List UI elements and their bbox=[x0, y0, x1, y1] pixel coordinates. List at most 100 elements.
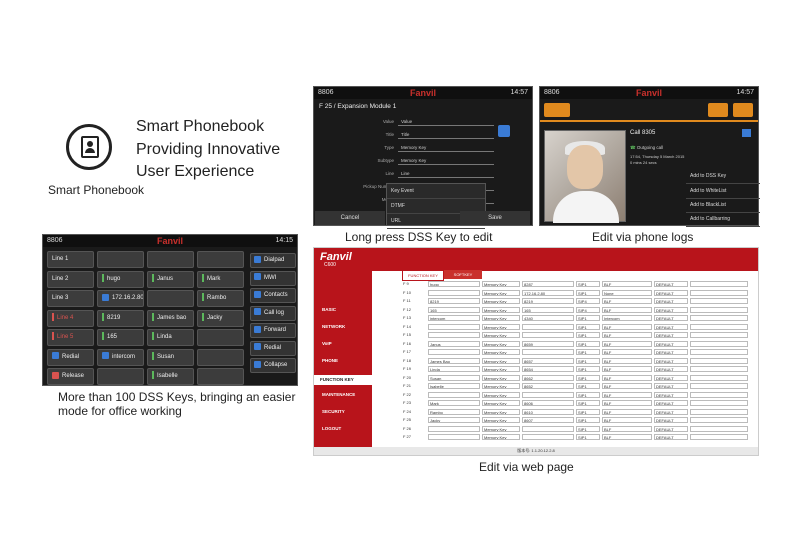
cell-sub[interactable]: BLF bbox=[602, 374, 652, 381]
side-button-dialpad[interactable]: Dialpad bbox=[250, 253, 296, 268]
side-button-redial[interactable]: Redial bbox=[250, 340, 296, 356]
cell-line[interactable]: SIP1 bbox=[576, 408, 600, 415]
cell-type[interactable]: Memory Key bbox=[482, 298, 520, 304]
cell-name[interactable] bbox=[428, 349, 480, 355]
cell-mode[interactable]: DEFAULT bbox=[654, 357, 688, 364]
dss-key[interactable]: Line 4 bbox=[47, 309, 94, 327]
cell-sub[interactable]: BLF bbox=[602, 417, 652, 423]
cell-line[interactable]: SIP1 bbox=[576, 323, 600, 330]
cell-num[interactable] bbox=[522, 434, 574, 440]
cell-extra[interactable] bbox=[690, 408, 748, 415]
cell-type[interactable]: Memory Key bbox=[482, 306, 520, 313]
cell-sub[interactable]: BLF bbox=[602, 408, 652, 415]
dss-key[interactable]: Mark bbox=[197, 270, 244, 288]
cell-mode[interactable]: DEFAULT bbox=[654, 332, 688, 338]
nav-item-security[interactable]: SECURITY bbox=[322, 409, 345, 414]
cell-type[interactable]: Memory Key bbox=[482, 323, 520, 330]
cell-sub[interactable]: BLF bbox=[602, 434, 652, 440]
cell-num[interactable]: 8219 bbox=[522, 298, 574, 304]
cell-line[interactable]: SIP4 bbox=[576, 306, 600, 313]
cell-line[interactable]: SIP1 bbox=[576, 434, 600, 440]
cell-type[interactable]: Memory Key bbox=[482, 400, 520, 406]
cell-sub[interactable]: BLF bbox=[602, 306, 652, 313]
add-to-dss-key-item[interactable]: Add to DSS Key bbox=[686, 169, 760, 184]
cell-mode[interactable]: DEFAULT bbox=[654, 281, 688, 287]
cell-extra[interactable] bbox=[690, 366, 748, 372]
cell-mode[interactable]: DEFAULT bbox=[654, 340, 688, 347]
cell-num[interactable]: 8287 bbox=[522, 281, 574, 287]
nav-item-logout[interactable]: LOGOUT bbox=[322, 426, 341, 431]
field-input[interactable]: Value bbox=[398, 117, 494, 126]
cell-name[interactable]: 8219 bbox=[428, 298, 480, 304]
cell-sub[interactable]: BLF bbox=[602, 391, 652, 398]
contacts-icon[interactable] bbox=[742, 129, 751, 137]
cell-mode[interactable]: DEFAULT bbox=[654, 434, 688, 440]
cell-type[interactable]: Memory Key bbox=[482, 408, 520, 415]
contacts-icon[interactable] bbox=[498, 125, 510, 137]
cell-sub[interactable]: BLF bbox=[602, 281, 652, 287]
dss-key[interactable]: Isabelle bbox=[147, 368, 194, 385]
cell-extra[interactable] bbox=[690, 281, 748, 287]
nav-item-network[interactable]: NETWORK bbox=[322, 324, 345, 329]
cell-mode[interactable]: DEFAULT bbox=[654, 383, 688, 389]
dss-key[interactable] bbox=[147, 251, 194, 268]
cell-name[interactable] bbox=[428, 289, 480, 296]
cell-type[interactable]: Memory Key bbox=[482, 289, 520, 296]
cell-extra[interactable] bbox=[690, 315, 748, 321]
cell-mode[interactable]: DEFAULT bbox=[654, 298, 688, 304]
cell-sub[interactable]: BLF bbox=[602, 323, 652, 330]
cell-num[interactable]: 8662 bbox=[522, 374, 574, 381]
cell-num[interactable]: 165 bbox=[522, 306, 574, 313]
cell-num[interactable] bbox=[522, 425, 574, 432]
field-input[interactable]: Line bbox=[398, 169, 494, 178]
dss-key[interactable]: Rambo bbox=[197, 290, 244, 307]
cell-mode[interactable]: DEFAULT bbox=[654, 408, 688, 415]
dss-key[interactable]: 172.16.2.80 bbox=[97, 290, 144, 307]
dss-key[interactable]: 8219 bbox=[97, 309, 144, 327]
cell-num[interactable] bbox=[522, 391, 574, 398]
cell-sub[interactable]: BLF bbox=[602, 332, 652, 338]
cell-sub[interactable]: BLF bbox=[602, 298, 652, 304]
cell-extra[interactable] bbox=[690, 391, 748, 398]
cell-name[interactable] bbox=[428, 323, 480, 330]
cell-type[interactable]: Memory Key bbox=[482, 315, 520, 321]
back-button[interactable] bbox=[544, 103, 570, 117]
cell-mode[interactable]: DEFAULT bbox=[654, 400, 688, 406]
dss-key[interactable]: Janus bbox=[147, 270, 194, 288]
cell-extra[interactable] bbox=[690, 357, 748, 364]
dss-key[interactable]: Line 1 bbox=[47, 251, 94, 268]
cell-sub[interactable]: Intercom bbox=[602, 315, 652, 321]
cell-sub[interactable]: BLF bbox=[602, 357, 652, 364]
dss-key[interactable]: Line 3 bbox=[47, 290, 94, 307]
cell-num[interactable]: 8606 bbox=[522, 400, 574, 406]
cell-extra[interactable] bbox=[690, 400, 748, 406]
add-to-callbarring-item[interactable]: Add to Callbarring bbox=[686, 212, 760, 227]
side-button-collapse[interactable]: Collapse bbox=[250, 358, 296, 373]
cell-line[interactable]: SIP1 bbox=[576, 391, 600, 398]
cell-num[interactable]: 8657 bbox=[522, 357, 574, 364]
add-to-blacklist-item[interactable]: Add to BlackList bbox=[686, 198, 760, 213]
cell-type[interactable]: Memory Key bbox=[482, 366, 520, 372]
cell-num[interactable] bbox=[522, 332, 574, 338]
dss-key[interactable]: Redial bbox=[47, 348, 94, 366]
cell-name[interactable]: Isabelle bbox=[428, 383, 480, 389]
cell-name[interactable]: Rambo bbox=[428, 408, 480, 415]
cell-extra[interactable] bbox=[690, 349, 748, 355]
cell-type[interactable]: Memory Key bbox=[482, 417, 520, 423]
field-input[interactable]: Title bbox=[398, 130, 494, 139]
cell-name[interactable]: intercom bbox=[428, 315, 480, 321]
side-button-mwi[interactable]: MWI bbox=[250, 270, 296, 286]
cell-line[interactable]: SIP1 bbox=[576, 340, 600, 347]
add-to-whitelist-item[interactable]: Add to WhiteList bbox=[686, 184, 760, 199]
cell-mode[interactable]: DEFAULT bbox=[654, 374, 688, 381]
cell-type[interactable]: Memory Key bbox=[482, 340, 520, 347]
cell-name[interactable] bbox=[428, 425, 480, 432]
cell-line[interactable]: SIP4 bbox=[576, 298, 600, 304]
cell-num[interactable]: 8659 bbox=[522, 340, 574, 347]
cell-type[interactable]: Memory Key bbox=[482, 391, 520, 398]
cell-num[interactable]: 4340 bbox=[522, 315, 574, 321]
cell-name[interactable]: Janus bbox=[428, 340, 480, 347]
cell-num[interactable] bbox=[522, 323, 574, 330]
cell-sub[interactable]: BLF bbox=[602, 383, 652, 389]
cell-line[interactable]: SIP1 bbox=[576, 400, 600, 406]
